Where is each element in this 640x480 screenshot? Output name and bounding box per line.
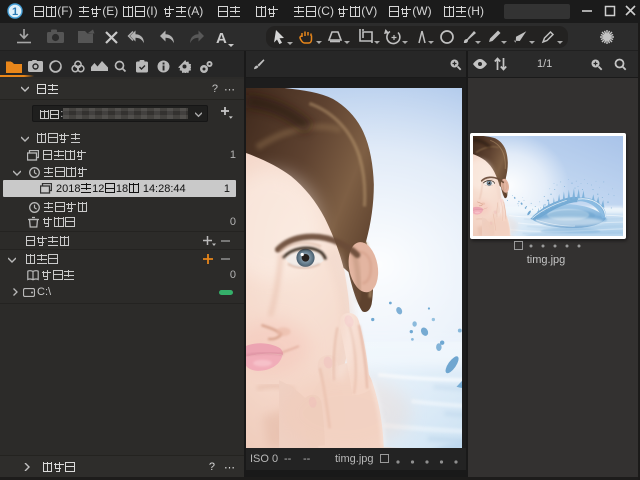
svg-text:A: A (216, 30, 227, 47)
svg-text:1: 1 (12, 6, 18, 18)
